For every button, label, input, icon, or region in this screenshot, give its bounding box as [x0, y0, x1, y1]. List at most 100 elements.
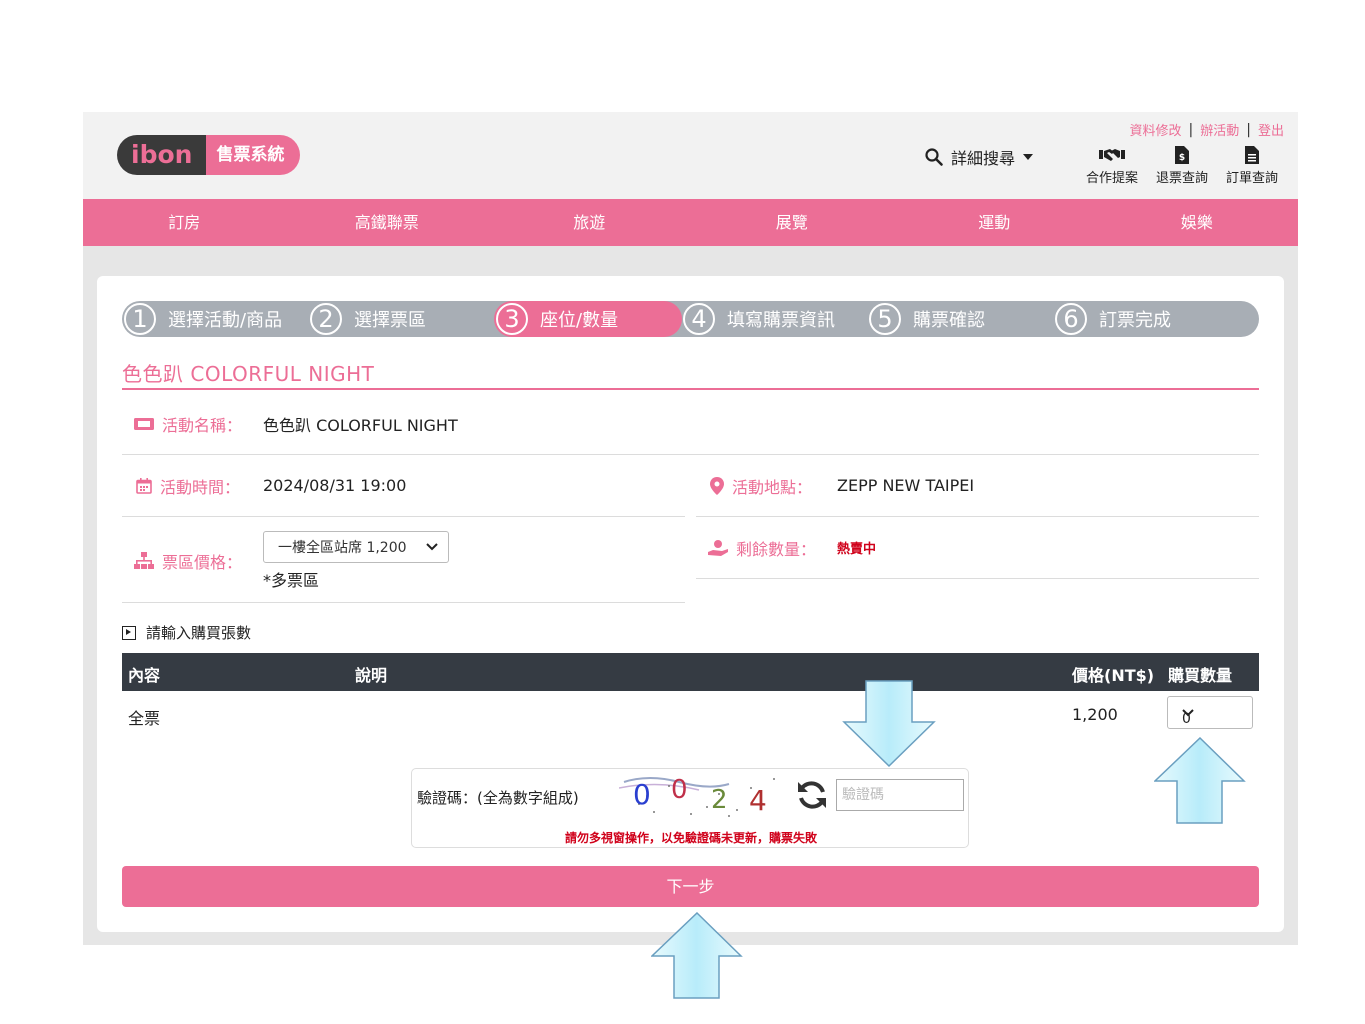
booking-card: 1 選擇活動/商品 2 選擇票區 3 座位/數量 4 填寫購票資訊 5 購票確認 6 訂票完… — [97, 276, 1284, 932]
step-label: 選擇活動/商品 — [168, 310, 283, 331]
event-name-value: 色色趴 COLORFUL NIGHT — [263, 415, 458, 435]
nav-item-exhibition[interactable]: 展覽 — [691, 199, 894, 246]
step-label: 購票確認 — [913, 310, 985, 331]
event-name-label: 活動名稱： — [162, 415, 243, 435]
advanced-search-dropdown[interactable]: 詳細搜尋 — [925, 145, 1034, 169]
event-place-label: 活動地點： — [732, 477, 813, 497]
refund-query-tool[interactable]: $ 退票查詢 — [1147, 146, 1217, 186]
ticket-price: 1,200 — [1072, 705, 1118, 724]
captcha-digit-3: 2 — [711, 785, 728, 815]
captcha-label: 驗證碼：(全為數字組成) — [417, 789, 579, 807]
captcha-digit-1: 0 — [633, 778, 651, 811]
event-time-value: 2024/08/31 19:00 — [263, 476, 407, 495]
remaining-label-wrap: 剩餘數量： — [696, 536, 837, 560]
next-step-button[interactable]: 下一步 — [122, 866, 1259, 907]
captcha-digit-4: 4 — [749, 784, 767, 817]
captcha-input[interactable] — [836, 779, 964, 811]
nav-item-hsr[interactable]: 高鐵聯票 — [286, 199, 489, 246]
step-6: 6 訂票完成 — [1053, 301, 1239, 337]
step-number: 5 — [869, 303, 901, 335]
event-name-label-wrap: 活動名稱： — [122, 412, 263, 436]
step-label: 選擇票區 — [354, 310, 426, 331]
event-name-row: 活動名稱： 色色趴 COLORFUL NIGHT — [122, 393, 1259, 455]
step-3-active: 3 座位/數量 — [494, 301, 682, 337]
progress-steps: 1 選擇活動/商品 2 選擇票區 3 座位/數量 4 填寫購票資訊 5 購票確認 6 訂票完… — [122, 301, 1259, 337]
title-divider — [122, 388, 1259, 390]
tool-label: 訂單查詢 — [1225, 171, 1278, 186]
event-time-row: 活動時間： 2024/08/31 19:00 — [122, 455, 685, 517]
ticket-icon — [134, 417, 154, 430]
tool-label: 合作提案 — [1085, 171, 1138, 186]
captcha-warning: 請勿多視窗操作，以免驗證碼未更新，購票失敗 — [564, 831, 817, 845]
ticket-type: 全票 — [128, 709, 161, 728]
ticket-area-selected: 一樓全區站席 1,200 — [278, 540, 407, 556]
column-description: 說明 — [355, 666, 388, 685]
ticket-table-header: 內容 說明 價格(NT$) 購買數量 — [122, 653, 1259, 691]
host-event-link[interactable]: 辦活動 — [1200, 120, 1239, 139]
step-2: 2 選擇票區 — [308, 301, 494, 337]
tool-label: 退票查詢 — [1155, 171, 1208, 186]
logo-ibon-text: ibon — [131, 140, 193, 169]
step-number: 4 — [683, 303, 715, 335]
svg-text:$: $ — [1179, 153, 1185, 163]
logo-system-label: 售票系統 — [206, 135, 301, 175]
step-5: 5 購票確認 — [867, 301, 1053, 337]
nav-item-sports[interactable]: 運動 — [893, 199, 1096, 246]
link-separator: | — [1246, 121, 1251, 138]
price-select-wrap: 一樓全區站席 1,200 *多票區 — [263, 531, 449, 591]
quantity-heading: 請輸入購買張數 — [122, 622, 251, 643]
edit-profile-link[interactable]: 資料修改 — [1130, 120, 1182, 139]
header-tools: 合作提案 $ 退票查詢 訂單查詢 — [1077, 146, 1287, 186]
step-label: 填寫購票資訊 — [727, 310, 835, 331]
main-nav: 訂房 高鐵聯票 旅遊 展覽 運動 娛樂 — [83, 199, 1298, 246]
step-number: 3 — [496, 303, 528, 335]
caret-down-icon — [1023, 154, 1034, 160]
remaining-value: 熱賣中 — [837, 542, 877, 557]
logo-ibon: ibon — [117, 135, 207, 175]
nav-item-hotel[interactable]: 訂房 — [83, 199, 286, 246]
step-1: 1 選擇活動/商品 — [122, 301, 308, 337]
column-quantity: 購買數量 — [1168, 666, 1233, 685]
play-box-icon — [122, 625, 136, 640]
event-place-value: ZEPP NEW TAIPEI — [837, 476, 975, 495]
event-place-label-wrap: 活動地點： — [696, 474, 837, 498]
user-hand-icon — [708, 539, 728, 556]
order-document-icon — [1245, 146, 1259, 164]
event-place-row: 活動地點： ZEPP NEW TAIPEI — [696, 455, 1259, 517]
quantity-selected: 0 — [1182, 711, 1191, 727]
captcha-digit-2: 0 — [671, 775, 688, 805]
arrow-down-to-captcha — [842, 680, 936, 768]
remaining-row: 剩餘數量： 熱賣中 — [696, 517, 1259, 579]
advanced-search-label: 詳細搜尋 — [951, 149, 1016, 168]
price-row: 票區價格： 一樓全區站席 1,200 *多票區 — [122, 517, 685, 603]
account-links: 資料修改 | 辦活動 | 登出 — [1130, 120, 1284, 140]
refresh-icon[interactable] — [795, 778, 829, 812]
quantity-heading-text: 請輸入購買張數 — [146, 624, 252, 642]
quantity-select[interactable]: 0 — [1167, 696, 1253, 729]
step-number: 1 — [124, 303, 156, 335]
arrow-up-to-quantity — [1154, 737, 1246, 824]
location-pin-icon — [710, 476, 724, 495]
logout-link[interactable]: 登出 — [1258, 120, 1284, 139]
calendar-icon — [136, 477, 152, 494]
arrow-up-to-next — [651, 912, 743, 999]
partnership-tool[interactable]: 合作提案 — [1077, 146, 1147, 186]
header: ibon 售票系統 詳細搜尋 資料修改 | 辦活動 | 登出 合作提案 $ 退票… — [83, 112, 1298, 199]
event-title: 色色趴 COLORFUL NIGHT — [122, 362, 375, 386]
search-icon — [925, 148, 943, 166]
ibon-logo[interactable]: ibon 售票系統 — [117, 135, 301, 175]
ticket-area-select[interactable]: 一樓全區站席 1,200 — [263, 531, 449, 563]
refund-document-icon: $ — [1175, 146, 1189, 164]
chevron-down-icon — [426, 543, 438, 551]
event-time-label: 活動時間： — [160, 477, 241, 497]
app-frame: ibon 售票系統 詳細搜尋 資料修改 | 辦活動 | 登出 合作提案 $ 退票… — [83, 112, 1298, 945]
step-label: 訂票完成 — [1099, 310, 1171, 331]
step-4: 4 填寫購票資訊 — [681, 301, 867, 337]
step-number: 2 — [310, 303, 342, 335]
link-separator: | — [1188, 121, 1194, 138]
captcha-image: 0 0 2 4 — [619, 775, 775, 817]
nav-item-travel[interactable]: 旅遊 — [488, 199, 691, 246]
price-label: 票區價格： — [162, 553, 243, 572]
order-query-tool[interactable]: 訂單查詢 — [1217, 146, 1287, 186]
nav-item-entertainment[interactable]: 娛樂 — [1096, 199, 1299, 246]
